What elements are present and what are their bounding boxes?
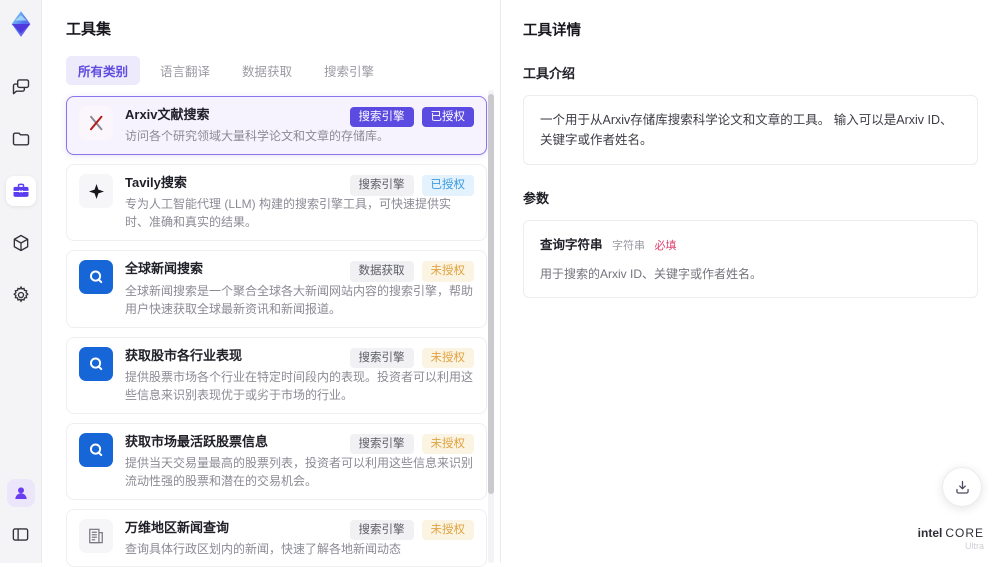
sidebar-item-models[interactable]: [6, 228, 36, 258]
sidebar-item-chat[interactable]: [6, 72, 36, 102]
tool-list-pane: 工具集 所有类别 语言翻译 数据获取 搜索引擎 Arxiv文献搜索 访问各个研究…: [42, 0, 500, 567]
tool-description: 查询具体行政区划内的新闻，快速了解各地新闻动态: [125, 542, 402, 557]
category-badge: 搜索引擎: [349, 107, 414, 128]
ultra-wordmark: Ultra: [964, 541, 984, 551]
tool-card-arxiv[interactable]: Arxiv文献搜索 访问各个研究领域大量科学论文和文章的存储库。 搜索引擎 已授…: [66, 96, 487, 156]
main-content: 工具集 所有类别 语言翻译 数据获取 搜索引擎 Arxiv文献搜索 访问各个研究…: [42, 0, 1000, 567]
tool-description: 提供当天交易量最高的股票列表，投资者可以利用这些信息来识别流动性强的股票和潜在的…: [125, 455, 474, 488]
parameter-type: 字符串: [612, 240, 645, 252]
sidebar-bottom: [6, 479, 36, 549]
parameter-required-flag: 必填: [654, 240, 677, 252]
auth-status-badge: 未授权: [421, 519, 474, 541]
news-search-icon: [79, 346, 113, 381]
tab-all-categories[interactable]: 所有类别: [66, 56, 141, 85]
tool-description: 专为人工智能代理 (LLM) 构建的搜索引擎工具，可快速提供实时、准确和真实的结…: [125, 197, 452, 230]
parameter-name: 查询字符串: [540, 238, 603, 252]
core-wordmark: CORE: [945, 525, 984, 540]
app-window: 工具集 所有类别 语言翻译 数据获取 搜索引擎 Arxiv文献搜索 访问各个研究…: [0, 0, 1000, 567]
user-avatar[interactable]: [6, 479, 35, 507]
folder-icon: [11, 129, 31, 149]
toolbox-icon: [11, 181, 31, 201]
intro-heading: 工具介绍: [523, 66, 576, 81]
sidebar-nav: [5, 72, 36, 310]
tab-language-translation[interactable]: 语言翻译: [148, 56, 222, 85]
category-badge: 搜索引擎: [349, 433, 414, 455]
tool-description: 全球新闻搜索是一个聚合全球各大新闻网站内容的搜索引擎，帮助用户快速获取全球最新资…: [125, 283, 474, 316]
category-tabs: 所有类别 语言翻译 数据获取 搜索引擎: [66, 56, 486, 85]
intel-core-logo: intel CORE Ultra: [918, 526, 984, 551]
tool-description: 访问各个研究领域大量科学论文和文章的存储库。: [125, 129, 390, 144]
tool-card-list: Arxiv文献搜索 访问各个研究领域大量科学论文和文章的存储库。 搜索引擎 已授…: [66, 96, 487, 567]
sidebar: [0, 0, 42, 563]
category-badge: 搜索引擎: [349, 347, 414, 368]
chat-icon: [11, 77, 31, 97]
category-badge: 搜索引擎: [349, 519, 414, 541]
auth-status-badge: 未授权: [421, 261, 474, 282]
tab-search-engine[interactable]: 搜索引擎: [312, 56, 386, 85]
page-title: 工具集: [66, 21, 112, 38]
detail-title: 工具详情: [523, 23, 581, 39]
params-heading: 参数: [523, 191, 550, 206]
download-button[interactable]: [942, 467, 982, 507]
tab-data-acquisition[interactable]: 数据获取: [230, 56, 304, 85]
scrollbar-thumb[interactable]: [488, 94, 494, 494]
tool-card-regional-news[interactable]: 万维地区新闻查询 查询具体行政区划内的新闻，快速了解各地新闻动态 搜索引擎 未授…: [66, 508, 487, 567]
tool-card-tavily[interactable]: Tavily搜索 专为人工智能代理 (LLM) 构建的搜索引擎工具，可快速提供实…: [66, 164, 487, 242]
gear-icon: [11, 285, 31, 305]
newspaper-icon: [79, 518, 113, 553]
arxiv-logo-icon: [79, 106, 113, 140]
tool-intro-text: 一个用于从Arxiv存储库搜索科学论文和文章的工具。 输入可以是Arxiv ID…: [540, 113, 953, 147]
category-badge: 数据获取: [349, 261, 414, 282]
tool-card-global-news[interactable]: 全球新闻搜索 全球新闻搜索是一个聚合全球各大新闻网站内容的搜索引擎，帮助用户快速…: [66, 250, 487, 328]
category-badge: 搜索引擎: [349, 175, 414, 196]
download-icon: [953, 478, 972, 497]
sidebar-item-settings[interactable]: [6, 280, 36, 310]
auth-status-badge: 未授权: [421, 433, 474, 455]
collapse-sidebar-button[interactable]: [6, 519, 36, 549]
sidebar-item-files[interactable]: [6, 124, 36, 154]
news-search-icon: [79, 432, 113, 467]
intel-wordmark: intel: [917, 525, 943, 540]
tool-card-active-stocks[interactable]: 获取市场最活跃股票信息 提供当天交易量最高的股票列表，投资者可以利用这些信息来识…: [66, 422, 487, 500]
cube-icon: [11, 233, 31, 253]
sidebar-item-tools[interactable]: [5, 176, 36, 206]
auth-status-badge: 已授权: [421, 175, 474, 196]
auth-status-badge: 未授权: [421, 347, 474, 368]
tool-detail-pane: 工具详情 工具介绍 一个用于从Arxiv存储库搜索科学论文和文章的工具。 输入可…: [500, 0, 1000, 563]
tool-card-sector-performance[interactable]: 获取股市各行业表现 提供股票市场各个行业在特定时间段内的表现。投资者可以利用这些…: [66, 336, 487, 414]
list-scrollbar[interactable]: [488, 90, 494, 563]
tool-intro-box: 一个用于从Arxiv存储库搜索科学论文和文章的工具。 输入可以是Arxiv ID…: [523, 95, 978, 165]
parameter-header: 查询字符串 字符串 必填: [540, 235, 961, 256]
tool-description: 提供股票市场各个行业在特定时间段内的表现。投资者可以利用这些信息来识别表现优于或…: [125, 369, 474, 402]
person-icon: [12, 484, 30, 502]
sparkle-star-icon: [79, 174, 113, 209]
parameter-description: 用于搜索的Arxiv ID、关键字或作者姓名。: [540, 266, 763, 281]
parameter-box: 查询字符串 字符串 必填 用于搜索的Arxiv ID、关键字或作者姓名。: [523, 220, 978, 298]
news-search-icon: [79, 260, 113, 295]
app-logo-icon: [7, 10, 35, 38]
auth-status-badge: 已授权: [421, 107, 474, 128]
panel-toggle-icon: [11, 525, 30, 544]
